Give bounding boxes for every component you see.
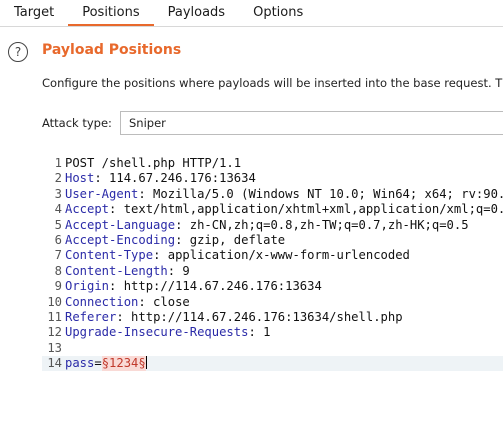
header-name: Connection bbox=[65, 294, 139, 309]
header-name: Referer bbox=[65, 309, 117, 324]
header-name: User-Agent bbox=[65, 186, 139, 201]
help-icon[interactable]: ? bbox=[8, 42, 28, 62]
request-line: 12 Upgrade-Insecure-Requests: 1 bbox=[42, 325, 503, 340]
header-value: text/html,application/xhtml+xml,applicat… bbox=[116, 202, 503, 217]
line-number: 4 bbox=[54, 202, 62, 217]
header-value: zh-CN,zh;q=0.8,zh-TW;q=0.7,zh-HK;q=0.5 bbox=[182, 217, 469, 232]
request-line-text: POST /shell.php HTTP/1.1 bbox=[65, 156, 242, 170]
header-name: Origin bbox=[65, 279, 110, 294]
payload-value: 1234 bbox=[109, 356, 139, 371]
request-body-line: 14 pass = §1234§ bbox=[42, 356, 503, 372]
line-number: 8 bbox=[54, 263, 62, 278]
header-name: Accept-Encoding bbox=[65, 232, 176, 247]
request-line: 1 POST /shell.php HTTP/1.1 bbox=[42, 156, 503, 171]
tab-target[interactable]: Target bbox=[0, 0, 68, 26]
header-value: http://114.67.246.176:13634 bbox=[116, 279, 322, 294]
request-line: 8 Content-Length: 9 bbox=[42, 264, 503, 279]
tab-options[interactable]: Options bbox=[239, 0, 317, 26]
payload-position[interactable]: §1234§ bbox=[101, 356, 146, 372]
request-line: 3 User-Agent: Mozilla/5.0 (Windows NT 10… bbox=[42, 187, 503, 202]
line-number: 11 bbox=[47, 309, 62, 324]
request-line: 6 Accept-Encoding: gzip, deflate bbox=[42, 233, 503, 248]
line-number: 2 bbox=[54, 171, 62, 186]
payload-marker-close: § bbox=[138, 356, 146, 371]
attack-type-label: Attack type: bbox=[42, 116, 112, 130]
attack-type-select[interactable]: Sniper bbox=[120, 111, 503, 135]
request-line: 13 bbox=[42, 341, 503, 356]
header-value: Mozilla/5.0 (Windows NT 10.0; Win64; x64… bbox=[145, 186, 503, 201]
line-number: 9 bbox=[54, 279, 62, 294]
header-value: 9 bbox=[175, 263, 190, 278]
body-param-equals: = bbox=[94, 356, 102, 371]
line-number: 7 bbox=[54, 248, 62, 263]
request-line: 2 Host: 114.67.246.176:13634 bbox=[42, 171, 503, 186]
text-cursor bbox=[145, 356, 147, 370]
section-description: Configure the positions where payloads w… bbox=[42, 76, 503, 90]
request-line: 5 Accept-Language: zh-CN,zh;q=0.8,zh-TW;… bbox=[42, 218, 503, 233]
header-value: 114.67.246.176:13634 bbox=[101, 171, 256, 186]
line-number: 13 bbox=[47, 340, 62, 355]
request-line: 11 Referer: http://114.67.246.176:13634/… bbox=[42, 310, 503, 325]
header-value: close bbox=[145, 294, 190, 309]
tab-positions[interactable]: Positions bbox=[68, 0, 154, 26]
tab-bar: Target Positions Payloads Options bbox=[0, 0, 503, 27]
section-title: Payload Positions bbox=[42, 42, 182, 58]
line-number: 6 bbox=[54, 232, 62, 247]
request-line: 4 Accept: text/html,application/xhtml+xm… bbox=[42, 202, 503, 217]
line-number: 5 bbox=[54, 217, 62, 232]
tab-payloads[interactable]: Payloads bbox=[154, 0, 239, 26]
line-number: 3 bbox=[54, 186, 62, 201]
line-number: 1 bbox=[54, 156, 62, 170]
payload-marker-open: § bbox=[101, 356, 110, 371]
request-line: 7 Content-Type: application/x-www-form-u… bbox=[42, 248, 503, 263]
line-number: 10 bbox=[47, 294, 62, 309]
request-editor[interactable]: 1 POST /shell.php HTTP/1.1 2 Host: 114.6… bbox=[42, 156, 503, 406]
body-param-name: pass bbox=[65, 356, 95, 371]
header-name: Accept bbox=[65, 202, 110, 217]
header-name: Host bbox=[65, 171, 95, 186]
header-value: 1 bbox=[255, 325, 271, 340]
header-name: Upgrade-Insecure-Requests bbox=[65, 325, 249, 340]
header-value: http://114.67.246.176:13634/shell.php bbox=[123, 309, 403, 324]
header-value: application/x-www-form-urlencoded bbox=[160, 248, 410, 263]
header-name: Content-Type bbox=[65, 248, 154, 263]
header-name: Accept-Language bbox=[65, 217, 176, 232]
request-line: 9 Origin: http://114.67.246.176:13634 bbox=[42, 279, 503, 294]
line-number: 14 bbox=[47, 356, 62, 371]
request-line: 10 Connection: close bbox=[42, 295, 503, 310]
header-name: Content-Length bbox=[65, 263, 168, 278]
header-value: gzip, deflate bbox=[182, 232, 286, 247]
line-number: 12 bbox=[47, 325, 62, 340]
